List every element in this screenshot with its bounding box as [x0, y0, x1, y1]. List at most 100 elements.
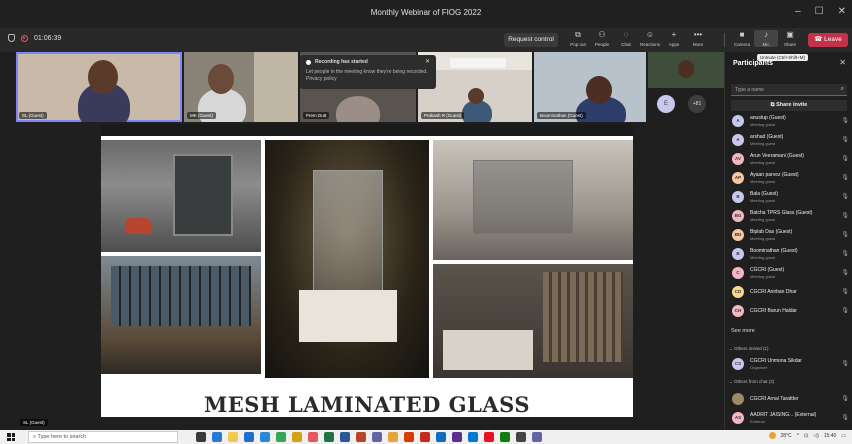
app-icon[interactable] — [484, 432, 494, 442]
participant-role: Meeting guest — [750, 198, 776, 203]
list-item[interactable]: BG Batcha TPRS Glass (Guest) Meeting guest… — [729, 207, 851, 226]
apps-button[interactable]: + Apps — [662, 30, 686, 47]
others-invited-header[interactable]: ⌄ Others invited (1) — [729, 346, 769, 352]
avatar: A — [732, 115, 744, 127]
participant-head — [586, 76, 612, 104]
participant-name: CGCRI Barun Haldar — [750, 308, 797, 314]
list-item[interactable]: AP Ayaan parvez (Guest) Meeting guest 🎙︎ — [729, 169, 851, 188]
list-item[interactable]: CD CGCRI Anirban Dhar 🎙︎ — [729, 283, 851, 302]
chat-button[interactable]: ◌ Chat — [614, 30, 638, 47]
mic-muted-icon: 🎙︎ — [841, 194, 849, 200]
excel-icon[interactable] — [324, 432, 334, 442]
app-icon[interactable] — [516, 432, 526, 442]
air-conditioner — [450, 58, 506, 68]
list-item[interactable]: Aarshad (Guest) Meeting guest 🎙︎ — [729, 131, 851, 150]
powerpoint-icon[interactable] — [356, 432, 366, 442]
chat-icon: ◌ — [623, 30, 629, 39]
participant-role: Meeting guest — [750, 160, 776, 165]
request-control-button[interactable]: Request control — [504, 33, 558, 47]
list-item[interactable]: C CGCRI (Guest) Meeting guest 🎙︎ — [729, 264, 851, 283]
camera-icon: ■ — [739, 30, 745, 39]
video-tile[interactable]: SL (Guest) — [16, 52, 182, 122]
app-icon[interactable] — [436, 432, 446, 442]
weather-text: 28°C — [780, 432, 792, 439]
notifications-icon[interactable]: ▭ — [841, 433, 846, 439]
overflow-avatar[interactable]: E — [657, 95, 675, 113]
see-more-link[interactable]: See more — [731, 328, 755, 334]
network-icon[interactable]: ⊡ — [804, 433, 808, 439]
list-item[interactable]: BD Biplab Das (Guest) Meeting guest 🎙︎ — [729, 226, 851, 245]
volume-icon[interactable]: ◁) — [813, 433, 819, 439]
cabinet — [299, 290, 397, 342]
video-tile[interactable]: Boominathan (Guest) — [534, 52, 646, 122]
meeting-tools: ⧉ Pop out ⚇ People ◌ Chat ☺ Reactions + Apps … — [566, 30, 710, 47]
close-icon[interactable]: ✕ — [839, 58, 846, 67]
file-explorer-icon[interactable] — [228, 432, 238, 442]
teams-icon[interactable] — [372, 432, 382, 442]
app-icon[interactable] — [500, 432, 510, 442]
maximize-icon[interactable]: ☐ — [815, 6, 824, 17]
app-icon[interactable] — [292, 432, 302, 442]
camera-button[interactable]: ■ Camera — [730, 30, 754, 47]
video-tile[interactable] — [648, 52, 724, 88]
app-icon[interactable] — [468, 432, 478, 442]
office-photo — [433, 140, 633, 260]
mic-button[interactable]: ♪ Mic — [754, 30, 778, 47]
recording-dot-icon — [306, 59, 311, 65]
participant-list: Aanustup (Guest) Meeting guest 🎙︎ Aarshad (… — [729, 112, 851, 321]
list-item[interactable]: AV Arun Veeramani (Guest) Meeting guest 🎙︎ — [729, 150, 851, 169]
mail-icon[interactable] — [260, 432, 270, 442]
recording-icon — [21, 34, 28, 42]
teams-icon[interactable] — [532, 432, 542, 442]
list-item[interactable]: CGCRI Arnal Tarafder 🎙︎ — [729, 390, 851, 409]
app-icon[interactable] — [452, 432, 462, 442]
app-icon[interactable] — [388, 432, 398, 442]
word-icon[interactable] — [340, 432, 350, 442]
avatar: BD — [732, 229, 744, 241]
others-chat-header[interactable]: ⌄ Others from chat (2) — [729, 379, 774, 385]
av-controls: ■ Camera ♪ Mic ▣ Share — [730, 30, 802, 47]
list-item[interactable]: CS CGCRI Unmona Sikdar Organizer 🎙︎ — [729, 355, 851, 374]
video-tile[interactable]: MK (Guest) — [184, 52, 298, 122]
task-view-icon[interactable] — [196, 432, 206, 442]
chevron-up-icon[interactable]: ^ — [797, 433, 799, 439]
overflow-count[interactable]: +81 — [688, 95, 706, 113]
close-icon[interactable]: ✕ — [425, 58, 430, 65]
taskbar: ⌕ Type here to search 28°C ^ ⊡ ◁) 15:40 … — [0, 430, 852, 444]
participant-name: Boominathan (Guest) — [750, 248, 798, 254]
chrome-icon[interactable] — [276, 432, 286, 442]
pop-out-button[interactable]: ⧉ Pop out — [566, 30, 590, 47]
close-icon[interactable]: ✕ — [838, 6, 846, 17]
taskbar-search-input[interactable]: ⌕ Type here to search — [28, 431, 178, 443]
list-item[interactable]: AS AADRIT JAISING... (External) External 🎙︎ — [729, 409, 851, 428]
app-icon[interactable] — [420, 432, 430, 442]
clock[interactable]: 15:40 — [824, 433, 837, 439]
red-chair — [125, 218, 151, 234]
app-icon[interactable] — [308, 432, 318, 442]
minimize-icon[interactable]: – — [795, 6, 801, 17]
windows-start-icon[interactable] — [7, 433, 15, 441]
participant-name: Bala (Guest) — [750, 191, 779, 197]
edge-icon[interactable] — [212, 432, 222, 442]
slide-top-band — [101, 124, 633, 136]
list-item[interactable]: Aanustup (Guest) Meeting guest 🎙︎ — [729, 112, 851, 131]
share-invite-button[interactable]: ⧉ Share invite — [731, 100, 847, 111]
reactions-button[interactable]: ☺ Reactions — [638, 30, 662, 47]
list-item[interactable]: CH CGCRI Barun Haldar 🎙︎ — [729, 302, 851, 321]
more-button[interactable]: ••• More — [686, 30, 710, 47]
participant-search-input[interactable]: Type a name ⌕ — [731, 84, 847, 96]
participant-name: CGCRI (Guest) — [750, 267, 785, 273]
store-icon[interactable] — [244, 432, 254, 442]
mic-muted-icon: 🎙︎ — [841, 396, 849, 402]
list-item[interactable]: B Bala (Guest) Meeting guest 🎙︎ — [729, 188, 851, 207]
share-button[interactable]: ▣ Share — [778, 30, 802, 47]
notice-title: Recording has started — [315, 59, 368, 65]
participant-name: CGCRI Anirban Dhar — [750, 289, 797, 295]
people-button[interactable]: ⚇ People — [590, 30, 614, 47]
participant-head — [88, 60, 118, 94]
app-icon[interactable] — [404, 432, 414, 442]
leave-button[interactable]: ☎ Leave — [808, 33, 848, 47]
list-item[interactable]: B Boominathan (Guest) Meeting guest 🎙︎ — [729, 245, 851, 264]
glass-partition — [473, 160, 573, 234]
participant-head — [468, 88, 484, 104]
